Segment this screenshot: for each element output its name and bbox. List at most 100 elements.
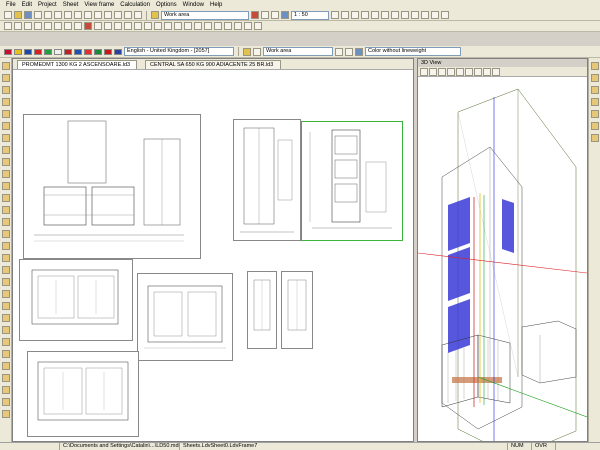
left-tool-icon-3[interactable] bbox=[2, 86, 10, 94]
menu-project[interactable]: Project bbox=[38, 1, 57, 9]
left-tool-icon-24[interactable] bbox=[2, 338, 10, 346]
right-tool-icon-7[interactable] bbox=[591, 134, 599, 142]
right-tool-icon-5[interactable] bbox=[591, 110, 599, 118]
shape-icon-1[interactable] bbox=[371, 11, 379, 19]
left-tool-icon-11[interactable] bbox=[2, 182, 10, 190]
snap-icon[interactable] bbox=[134, 11, 142, 19]
left-tool-icon-15[interactable] bbox=[2, 230, 10, 238]
menu-sheet[interactable]: Sheet bbox=[63, 1, 79, 9]
zoom-window-icon[interactable] bbox=[24, 22, 32, 30]
left-tool-icon-26[interactable] bbox=[2, 362, 10, 370]
flag-icon-11[interactable] bbox=[104, 48, 112, 55]
flag-icon-5[interactable] bbox=[44, 48, 52, 55]
shape-icon-3[interactable] bbox=[391, 11, 399, 19]
tab-promedmt[interactable]: PROMEDMT 1300 KG 2 ASCENSOARE.ld3 bbox=[17, 60, 137, 69]
iso-view-icon[interactable] bbox=[474, 68, 482, 76]
left-tool-icon-30[interactable] bbox=[2, 410, 10, 418]
rectangle-icon[interactable] bbox=[114, 22, 122, 30]
left-tool-icon-10[interactable] bbox=[2, 170, 10, 178]
left-tool-icon-14[interactable] bbox=[2, 218, 10, 226]
top-view-icon[interactable] bbox=[465, 68, 473, 76]
left-tool-icon-29[interactable] bbox=[2, 398, 10, 406]
settings-3d-icon[interactable] bbox=[492, 68, 500, 76]
menu-view-frame[interactable]: View frame bbox=[84, 1, 114, 9]
left-tool-icon-6[interactable] bbox=[2, 122, 10, 130]
save-icon[interactable] bbox=[24, 11, 32, 19]
arrow-icon[interactable] bbox=[253, 47, 261, 56]
menu-options[interactable]: Options bbox=[156, 1, 177, 9]
symbol-icon[interactable] bbox=[361, 11, 369, 19]
left-tool-icon-27[interactable] bbox=[2, 374, 10, 382]
menu-window[interactable]: Window bbox=[183, 1, 204, 9]
flag-icon-2[interactable] bbox=[14, 48, 22, 55]
right-tool-icon-4[interactable] bbox=[591, 98, 599, 106]
left-tool-icon-2[interactable] bbox=[2, 74, 10, 82]
sheet-detail-1[interactable] bbox=[247, 271, 277, 349]
open-icon[interactable] bbox=[14, 11, 22, 19]
drawing-area[interactable]: PROMEDMT 1300 KG 2 ASCENSOARE.ld3 CENTRA… bbox=[12, 58, 414, 442]
circle-icon[interactable] bbox=[124, 22, 132, 30]
menu-file[interactable]: File bbox=[6, 1, 16, 9]
extend-icon[interactable] bbox=[224, 22, 232, 30]
zoom-out-icon[interactable] bbox=[14, 22, 22, 30]
line-icon[interactable] bbox=[94, 22, 102, 30]
search-icon[interactable] bbox=[64, 22, 72, 30]
preview-icon[interactable] bbox=[44, 11, 52, 19]
color-mode-select[interactable]: Color without lineweight bbox=[365, 47, 461, 56]
left-tool-icon-16[interactable] bbox=[2, 242, 10, 250]
polyline-icon[interactable] bbox=[104, 22, 112, 30]
work-area-select-2[interactable]: Work area bbox=[263, 47, 333, 56]
right-tool-icon-3[interactable] bbox=[591, 86, 599, 94]
rotate-icon[interactable] bbox=[174, 22, 182, 30]
sheet-detail-2[interactable] bbox=[281, 271, 313, 349]
flag-icon-10[interactable] bbox=[94, 48, 102, 55]
left-tool-icon-5[interactable] bbox=[2, 110, 10, 118]
fillet-icon[interactable] bbox=[234, 22, 242, 30]
side-view-icon[interactable] bbox=[456, 68, 464, 76]
new-icon[interactable] bbox=[4, 11, 12, 19]
block-icon[interactable] bbox=[254, 22, 262, 30]
work-area-select-1[interactable]: Work area bbox=[161, 10, 249, 20]
flag-icon-7[interactable] bbox=[64, 48, 72, 55]
flag-icon-12[interactable] bbox=[114, 48, 122, 55]
left-tool-icon-9[interactable] bbox=[2, 158, 10, 166]
explode-icon[interactable] bbox=[244, 22, 252, 30]
left-tool-icon-12[interactable] bbox=[2, 194, 10, 202]
left-tool-icon-8[interactable] bbox=[2, 146, 10, 154]
layer-icon[interactable] bbox=[251, 11, 259, 19]
pen-icon[interactable] bbox=[335, 47, 343, 56]
offset-icon[interactable] bbox=[204, 22, 212, 30]
shape-icon-7[interactable] bbox=[431, 11, 439, 19]
print-icon[interactable] bbox=[34, 11, 42, 19]
zoom-all-icon[interactable] bbox=[34, 22, 42, 30]
left-tool-icon-21[interactable] bbox=[2, 302, 10, 310]
left-tool-icon-4[interactable] bbox=[2, 98, 10, 106]
shape-icon-8[interactable] bbox=[441, 11, 449, 19]
left-tool-icon-1[interactable] bbox=[2, 62, 10, 70]
text-icon[interactable] bbox=[331, 11, 339, 19]
left-tool-icon-28[interactable] bbox=[2, 386, 10, 394]
cancel-icon[interactable] bbox=[84, 22, 92, 30]
cube-icon[interactable] bbox=[420, 68, 428, 76]
hand-tool-icon[interactable] bbox=[243, 47, 251, 56]
palette-icon[interactable] bbox=[355, 47, 363, 56]
sheet-door-1[interactable] bbox=[137, 273, 233, 361]
measure-icon[interactable] bbox=[74, 22, 82, 30]
tab-central[interactable]: CENTRAL SA 650 KG 900 ADIACENTE 25 BR.ld… bbox=[145, 60, 281, 69]
zoom-in-icon[interactable] bbox=[4, 22, 12, 30]
left-tool-icon-19[interactable] bbox=[2, 278, 10, 286]
flag-icon-3[interactable] bbox=[24, 48, 32, 55]
copy-tool-icon[interactable] bbox=[194, 22, 202, 30]
arc-icon[interactable] bbox=[134, 22, 142, 30]
scale-icon[interactable] bbox=[281, 11, 289, 19]
sheet-section-1[interactable] bbox=[233, 119, 301, 241]
left-tool-icon-17[interactable] bbox=[2, 254, 10, 262]
shape-icon-5[interactable] bbox=[411, 11, 419, 19]
flag-icon-9[interactable] bbox=[84, 48, 92, 55]
copy-icon[interactable] bbox=[64, 11, 72, 19]
zoom-3d-icon[interactable] bbox=[483, 68, 491, 76]
pan-view-icon[interactable] bbox=[438, 68, 446, 76]
trim-icon[interactable] bbox=[214, 22, 222, 30]
pan-icon[interactable] bbox=[44, 22, 52, 30]
hatch-icon[interactable] bbox=[351, 11, 359, 19]
